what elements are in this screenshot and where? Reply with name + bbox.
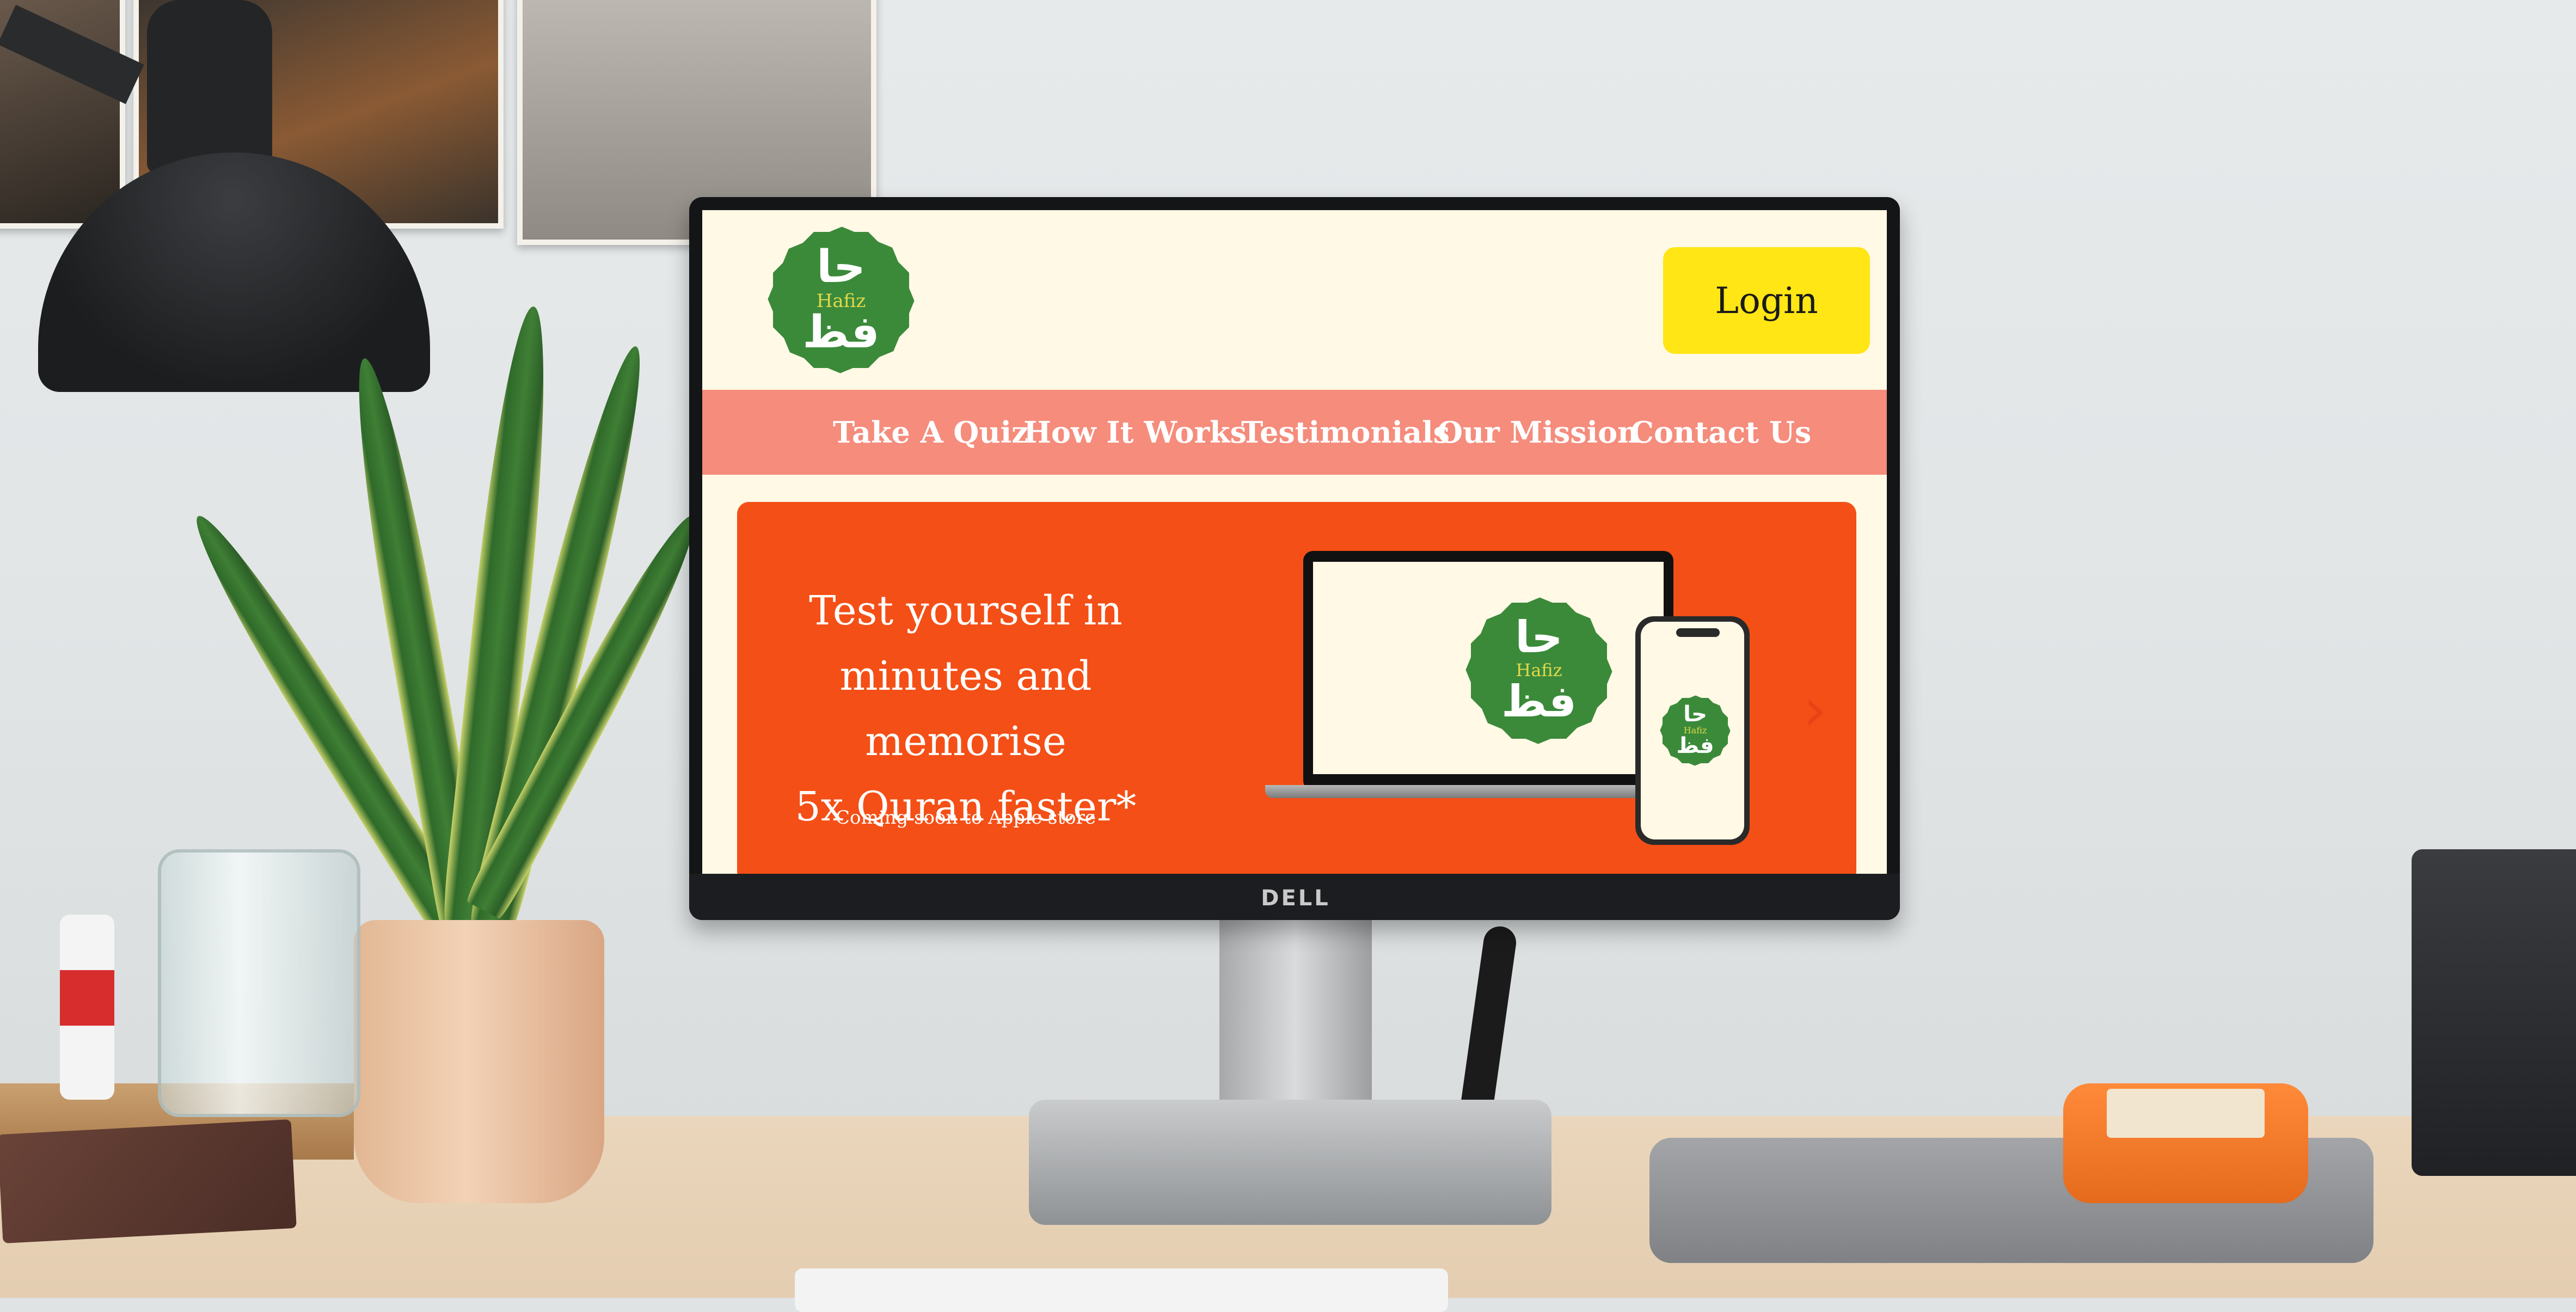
monitor-stand-base bbox=[1029, 1100, 1551, 1225]
plant-pot bbox=[354, 920, 604, 1203]
phone-mockup-logo: حا Hafiz فظ bbox=[1663, 698, 1728, 763]
desk-lamp-neck bbox=[147, 0, 272, 174]
logo-glyph-top: حا bbox=[1683, 702, 1707, 727]
monitor-brand-logo: DELL bbox=[1261, 886, 1330, 911]
laptop-mockup-logo: حا Hafiz فظ bbox=[1471, 603, 1607, 739]
logo-glyph-top: حا bbox=[817, 241, 866, 293]
nav-item-take-a-quiz[interactable]: Take A Quiz bbox=[833, 390, 1028, 475]
printer bbox=[2412, 849, 2576, 1176]
nav-item-contact-us[interactable]: Contact Us bbox=[1630, 390, 1811, 475]
main-nav: Take A Quiz How It Works Testimonials Ou… bbox=[702, 390, 1887, 475]
hero-subtext: Coming soon to Apple store bbox=[836, 807, 1096, 829]
hero-banner: Test yourself in minutes and memorise 5x… bbox=[737, 502, 1856, 874]
notebook bbox=[0, 1119, 297, 1243]
hero-headline: Test yourself in minutes and memorise 5x… bbox=[795, 587, 1137, 830]
laptop-mockup-base bbox=[1265, 785, 1679, 798]
phone-mockup-screen: حا Hafiz فظ bbox=[1641, 622, 1744, 839]
laptop-mockup: حا Hafiz فظ bbox=[1265, 551, 1679, 801]
glue-stick bbox=[60, 915, 114, 1100]
laptop-mockup-screen: حا Hafiz فظ bbox=[1313, 562, 1664, 774]
nav-item-our-mission[interactable]: Our Mission bbox=[1437, 390, 1639, 475]
nav-item-how-it-works[interactable]: How It Works bbox=[1023, 390, 1247, 475]
logo-glyph-bottom: فظ bbox=[1676, 733, 1714, 758]
logo-glyph-bottom: فظ bbox=[802, 306, 880, 358]
site-header: حا Hafiz فظ Login bbox=[702, 210, 1887, 390]
drive-label bbox=[2107, 1089, 2265, 1138]
phone-mockup: حا Hafiz فظ bbox=[1635, 616, 1750, 845]
carousel-next-chevron-right-icon[interactable]: › bbox=[1793, 676, 1837, 742]
logo-glyph-bottom: فظ bbox=[1501, 676, 1577, 727]
logo-glyph-top: حا bbox=[1515, 612, 1563, 663]
hafiz-logo[interactable]: حا Hafiz فظ bbox=[773, 232, 909, 368]
keyboard bbox=[795, 1268, 1448, 1312]
monitor-screen: حا Hafiz فظ Login Take A Quiz How It Wor… bbox=[702, 210, 1887, 874]
nav-item-testimonials[interactable]: Testimonials bbox=[1241, 390, 1450, 475]
login-button[interactable]: Login bbox=[1663, 247, 1870, 354]
phone-notch bbox=[1676, 628, 1720, 637]
pen-jar bbox=[158, 849, 360, 1117]
